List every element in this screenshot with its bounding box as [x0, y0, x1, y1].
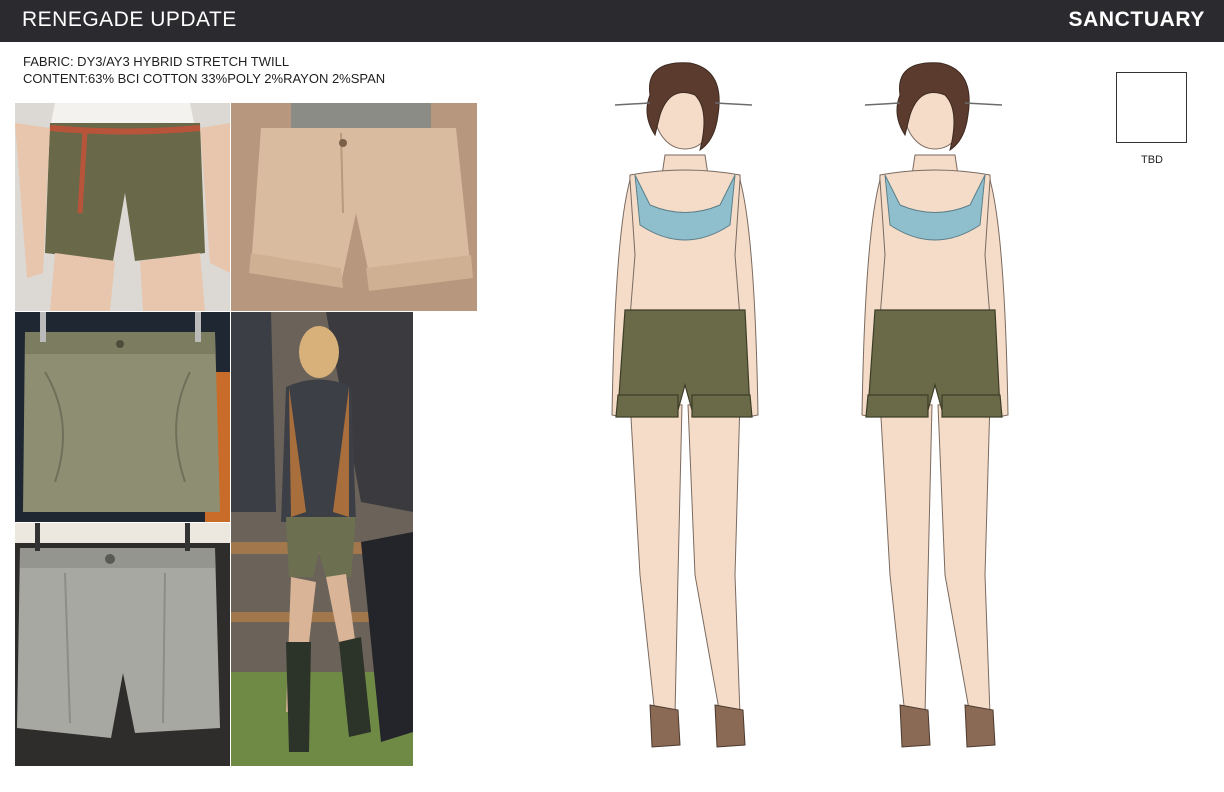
fabric-specs: FABRIC: DY3/AY3 HYBRID STRETCH TWILL CON… [23, 53, 385, 87]
content-line: CONTENT:63% BCI COTTON 33%POLY 2%RAYON 2… [23, 71, 386, 86]
page-title: RENEGADE UPDATE [22, 8, 237, 31]
fashion-sketch-back [850, 55, 1020, 755]
fabric-line: FABRIC: DY3/AY3 HYBRID STRETCH TWILL [23, 54, 290, 69]
header-bar: RENEGADE UPDATE SANCTUARY [0, 0, 1224, 42]
photo-grey-denim-shorts [15, 523, 230, 766]
photo-khaki-shorts [231, 103, 477, 311]
photo-olive-shorts-belt [15, 103, 230, 311]
brand-name: SANCTUARY [1068, 8, 1205, 31]
photo-festival-street-style [231, 312, 413, 766]
color-swatch [1116, 72, 1187, 143]
fashion-sketch-front [600, 55, 770, 755]
swatch-label: TBD [1141, 154, 1163, 166]
photo-utility-shorts-hanger [15, 312, 230, 522]
